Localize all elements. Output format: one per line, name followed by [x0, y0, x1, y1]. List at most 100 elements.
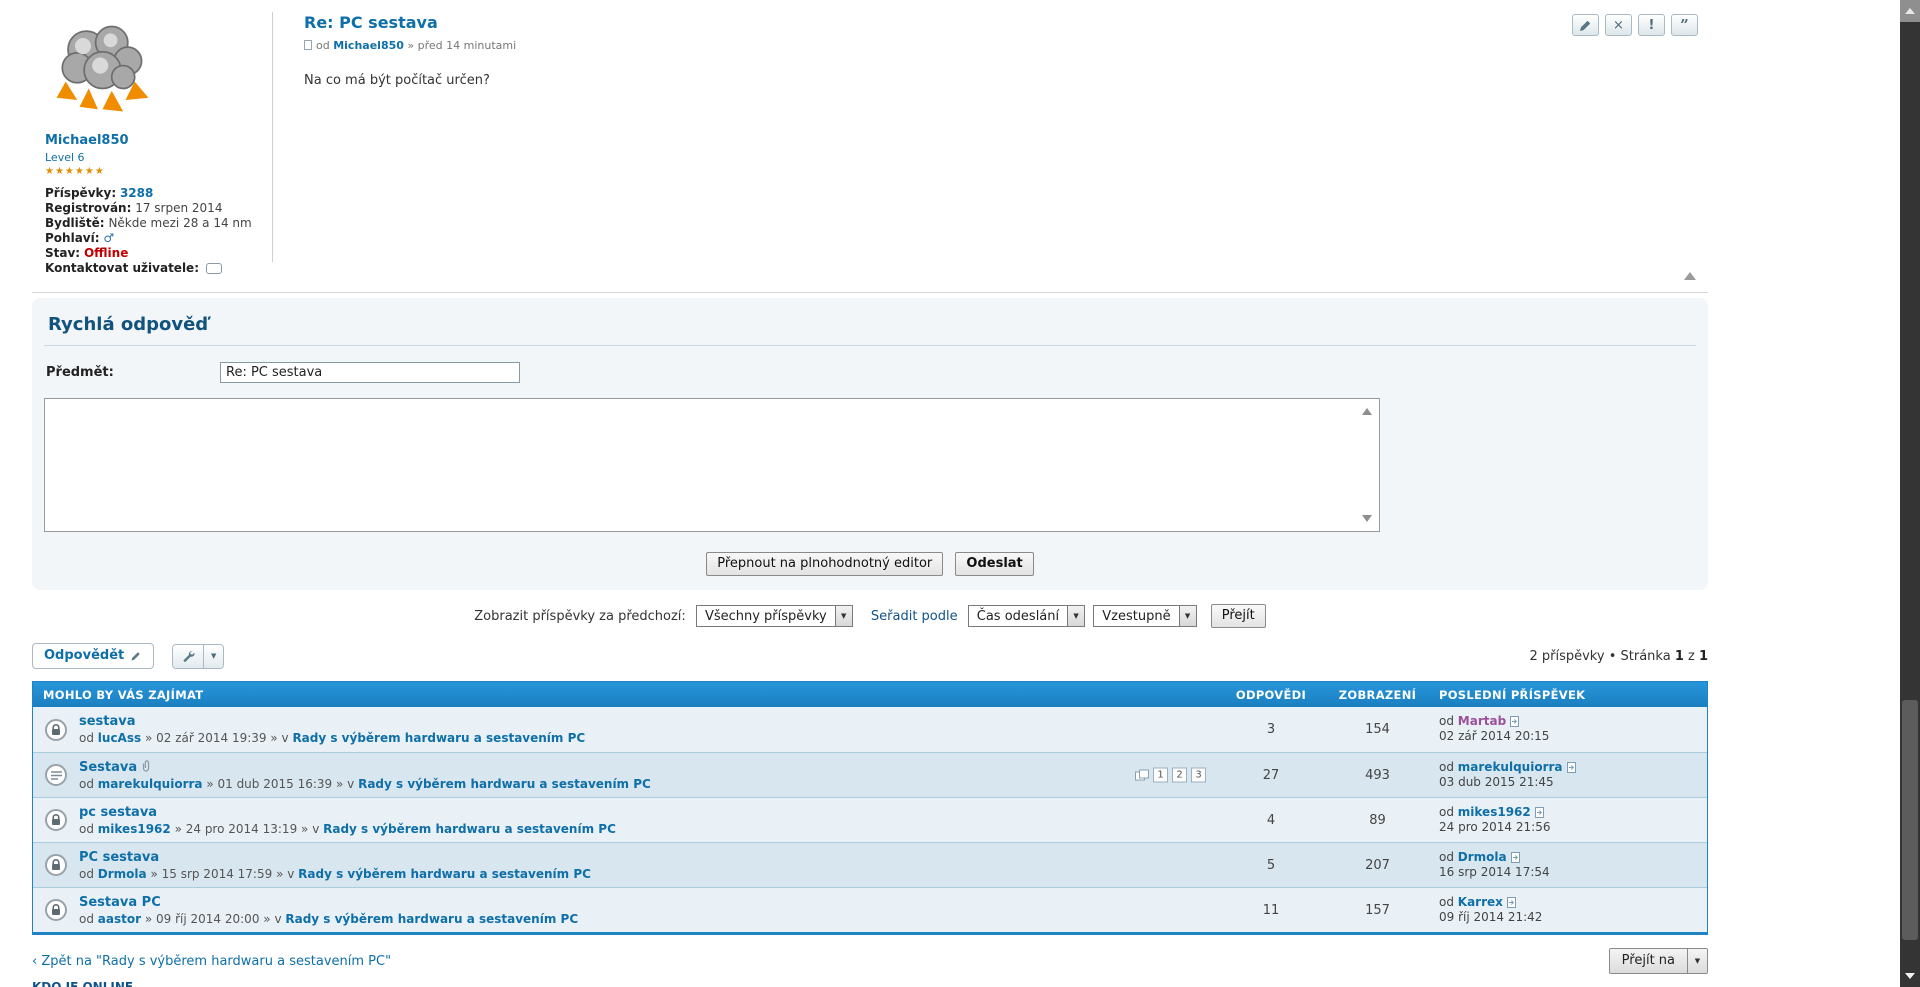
topic-row: Sestava PC od aastor » 09 říj 2014 20:00…	[33, 887, 1707, 932]
total-pages: 1	[1699, 649, 1708, 664]
report-icon: !	[1649, 18, 1655, 33]
topic-author-link[interactable]: aastor	[98, 912, 141, 926]
post-meta: od Michael850 » před 14 minutami	[304, 39, 1708, 52]
full-editor-button[interactable]: Přepnout na plnohodnotný editor	[706, 552, 943, 576]
post-divider	[272, 12, 273, 262]
sort-label: Seřadit podle	[871, 609, 958, 624]
last-post-author-link[interactable]: Karrex	[1458, 895, 1503, 909]
last-post-author-link[interactable]: mikes1962	[1458, 805, 1531, 819]
textarea-scroll-up-icon[interactable]	[1362, 408, 1372, 415]
male-icon: ♂	[103, 231, 114, 245]
back-to-forum-link[interactable]: ‹ Zpět na "Rady s výběrem hardwaru a ses…	[32, 954, 391, 969]
delete-button[interactable]: ×	[1605, 14, 1632, 36]
go-button[interactable]: Přejít	[1211, 604, 1266, 628]
views-count: 154	[1324, 707, 1431, 752]
browser-scrollbar[interactable]	[1900, 0, 1920, 987]
views-count: 207	[1324, 843, 1431, 887]
who-is-online-heading: KDO JE ONLINE	[32, 980, 1708, 987]
display-options-bar: Zobrazit příspěvky za předchozí: Všechny…	[32, 604, 1708, 628]
post-author-link[interactable]: Michael850	[333, 39, 404, 52]
topic-author-link[interactable]: mikes1962	[98, 822, 171, 836]
goto-last-post-icon[interactable]	[1535, 807, 1544, 818]
replies-count: 3	[1218, 707, 1324, 752]
submit-button[interactable]: Odeslat	[955, 552, 1033, 576]
lock-icon	[45, 899, 67, 921]
report-button[interactable]: !	[1638, 14, 1665, 36]
reply-button[interactable]: Odpovědět	[32, 643, 154, 669]
post-title[interactable]: Re: PC sestava	[304, 13, 1708, 32]
message-textarea[interactable]	[44, 398, 1380, 532]
direction-select[interactable]: Vzestupně ▼	[1093, 605, 1196, 627]
related-topics-table: MOHLO BY VÁS ZAJÍMAT ODPOVĚDI ZOBRAZENÍ …	[32, 681, 1708, 935]
forum-link[interactable]: Rady s výběrem hardwaru a sestavením PC	[298, 867, 591, 881]
last-post-author-link[interactable]: marekulquiorra	[1458, 760, 1563, 774]
goto-last-post-icon[interactable]	[1507, 897, 1516, 908]
author-profile: Michael850 Level 6 ★★★★★★ Příspěvky: 328…	[45, 15, 280, 276]
last-post-author-link[interactable]: Martab	[1458, 714, 1506, 728]
scrollbar-up-arrow[interactable]	[1900, 0, 1920, 22]
last-post-date: 09 říj 2014 21:42	[1439, 910, 1542, 924]
post-body: Re: PC sestava od Michael850 » před 14 m…	[304, 0, 1708, 88]
scroll-to-top-icon[interactable]	[1684, 272, 1696, 280]
posts-count-link[interactable]: 3288	[120, 186, 153, 200]
last-post-cell: od Drmola 16 srp 2014 17:54	[1431, 843, 1707, 887]
last-post-date: 03 dub 2015 21:45	[1439, 775, 1554, 789]
profile-username[interactable]: Michael850	[45, 133, 280, 148]
profile-registered: Registrován: 17 srpen 2014	[45, 201, 280, 216]
forum-link[interactable]: Rady s výběrem hardwaru a sestavením PC	[292, 731, 585, 745]
profile-rank: Level 6	[45, 151, 280, 164]
replies-count: 11	[1218, 888, 1324, 932]
last-post-cell: od Martab 02 zář 2014 20:15	[1431, 707, 1707, 752]
topic-title-link[interactable]: PC sestava	[79, 850, 1208, 865]
subject-input[interactable]	[220, 362, 520, 383]
topic-title-link[interactable]: Sestava PC	[79, 895, 1208, 910]
topic-author-link[interactable]: lucAss	[98, 731, 141, 745]
topic-author-link[interactable]: Drmola	[98, 867, 147, 881]
forum-link[interactable]: Rady s výběrem hardwaru a sestavením PC	[323, 822, 616, 836]
goto-last-post-icon[interactable]	[1567, 762, 1576, 773]
sort-select[interactable]: Čas odeslání ▼	[968, 605, 1085, 627]
close-icon: ×	[1613, 18, 1624, 33]
avatar[interactable]	[45, 15, 160, 123]
profile-status: Stav: Offline	[45, 246, 280, 261]
goto-last-post-icon[interactable]	[1510, 716, 1519, 727]
lock-icon	[45, 854, 67, 876]
topic-row: PC sestava od Drmola » 15 srp 2014 17:59…	[33, 842, 1707, 887]
topic-author-link[interactable]: marekulquiorra	[98, 777, 203, 791]
forum-link[interactable]: Rady s výběrem hardwaru a sestavením PC	[358, 777, 651, 791]
display-label: Zobrazit příspěvky za předchozí:	[474, 609, 686, 624]
forum-link[interactable]: Rady s výběrem hardwaru a sestavením PC	[285, 912, 578, 926]
topic-title-link[interactable]: Sestava	[79, 760, 137, 775]
post-time: před 14 minutami	[418, 39, 517, 52]
topic-tools-button[interactable]: ▼	[172, 644, 224, 669]
chevron-down-icon: ▼	[203, 645, 223, 668]
chevron-down-icon: ▼	[1687, 949, 1707, 973]
goto-last-post-icon[interactable]	[1511, 852, 1520, 863]
header-replies: ODPOVĚDI	[1218, 688, 1324, 702]
quote-button[interactable]: ”	[1671, 14, 1698, 36]
textarea-scroll-down-icon[interactable]	[1362, 515, 1372, 522]
table-header: MOHLO BY VÁS ZAJÍMAT ODPOVĚDI ZOBRAZENÍ …	[33, 682, 1707, 707]
topic-title-link[interactable]: pc sestava	[79, 805, 1208, 820]
page-content: Michael850 Level 6 ★★★★★★ Příspěvky: 328…	[32, 0, 1708, 987]
last-post-cell: od mikes1962 24 pro 2014 21:56	[1431, 798, 1707, 842]
edit-button[interactable]	[1572, 14, 1599, 36]
profile-posts: Příspěvky: 3288	[45, 186, 280, 201]
mini-page-button[interactable]: 3	[1191, 768, 1206, 783]
post-icon	[304, 40, 312, 50]
views-count: 157	[1324, 888, 1431, 932]
scrollbar-thumb[interactable]	[1902, 700, 1918, 940]
mini-page-button[interactable]: 1	[1153, 768, 1168, 783]
topic-title-link[interactable]: sestava	[79, 714, 1208, 729]
display-select[interactable]: Všechny příspěvky ▼	[696, 605, 853, 627]
scrollbar-down-arrow[interactable]	[1900, 965, 1920, 987]
mini-page-button[interactable]: 2	[1172, 768, 1187, 783]
chevron-down-icon: ▼	[1179, 606, 1196, 626]
last-post-cell: od Karrex 09 říj 2014 21:42	[1431, 888, 1707, 932]
private-message-icon[interactable]	[206, 263, 222, 274]
topic-pagination: 2 příspěvky • Stránka 1 z 1	[1529, 649, 1708, 664]
forum-page: Michael850 Level 6 ★★★★★★ Příspěvky: 328…	[0, 0, 1920, 987]
jump-to-button[interactable]: Přejít na ▼	[1609, 948, 1708, 974]
multipage-icon	[1135, 770, 1149, 781]
last-post-author-link[interactable]: Drmola	[1458, 850, 1507, 864]
